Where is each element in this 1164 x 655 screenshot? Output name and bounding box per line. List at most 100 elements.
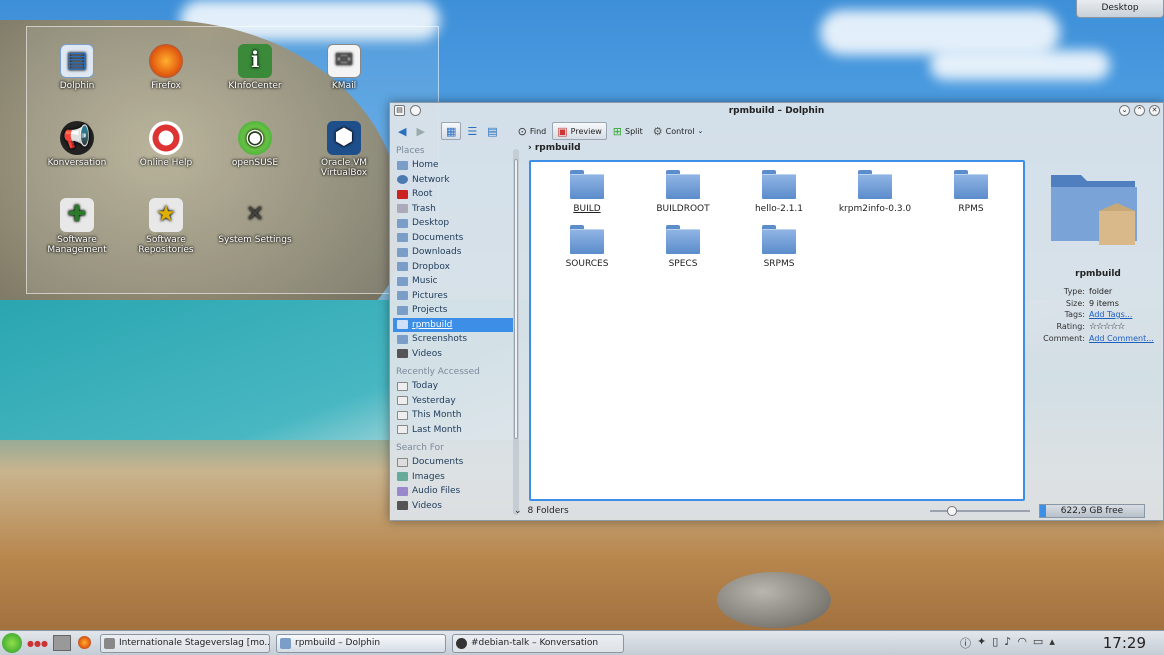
- folder-item[interactable]: SOURCES: [539, 225, 635, 269]
- activities-icon[interactable]: ●●●: [27, 639, 48, 648]
- desktop-toolbox-button[interactable]: Desktop: [1076, 0, 1164, 18]
- back-button[interactable]: ◀: [394, 122, 410, 140]
- places-header: Places: [396, 146, 425, 156]
- search-audio-files[interactable]: Audio Files: [393, 484, 513, 499]
- free-space-indicator: 622,9 GB free: [1039, 504, 1145, 518]
- place-downloads[interactable]: Downloads: [393, 245, 513, 260]
- desktop-icon-software-repositories[interactable]: ★ Software Repositories: [121, 198, 211, 255]
- details-view-button[interactable]: ▤: [483, 122, 501, 140]
- zoom-slider[interactable]: [930, 506, 1030, 516]
- breadcrumb-chevron-icon: ›: [528, 143, 532, 153]
- pager-icon[interactable]: [53, 635, 71, 651]
- folder-item[interactable]: RPMS: [923, 170, 1019, 214]
- minimize-button[interactable]: ⌄: [1119, 105, 1130, 116]
- recent-yesterday[interactable]: Yesterday: [393, 394, 513, 409]
- rating-stars[interactable]: ☆☆☆☆☆: [1089, 322, 1125, 332]
- network-icon: [397, 175, 408, 185]
- folder-item[interactable]: krpm2info-0.3.0: [827, 170, 923, 214]
- desktop-icon-system-settings[interactable]: ✕ System Settings: [210, 198, 300, 246]
- recent-this-month[interactable]: This Month: [393, 408, 513, 423]
- place-rpmbuild[interactable]: rpmbuild: [393, 317, 513, 332]
- folder-item[interactable]: hello-2.1.1: [731, 170, 827, 214]
- place-root[interactable]: Root: [393, 187, 513, 202]
- application-launcher-icon[interactable]: [2, 633, 22, 653]
- task-dolphin[interactable]: rpmbuild – Dolphin: [276, 634, 446, 653]
- recent-header: Recently Accessed: [396, 367, 480, 377]
- desktop-icon-software-management[interactable]: ✚ Software Management: [32, 198, 122, 255]
- folder-item[interactable]: SRPMS: [731, 225, 827, 269]
- breadcrumb[interactable]: › rpmbuild: [528, 143, 581, 153]
- folder-item[interactable]: BUILDROOT: [635, 170, 731, 214]
- window-menu-icon[interactable]: ▤: [394, 105, 405, 116]
- konversation-icon: [456, 638, 467, 649]
- window-titlebar[interactable]: ▤ rpmbuild – Dolphin ⌄ ⌃ ✕: [390, 103, 1163, 119]
- place-videos[interactable]: Videos: [393, 347, 513, 362]
- desktop-icon-kmail[interactable]: ✉ KMail: [299, 44, 389, 91]
- recent-today[interactable]: Today: [393, 379, 513, 394]
- forward-button[interactable]: ▶: [412, 122, 428, 140]
- desktop-icon-virtualbox[interactable]: ⬢ Oracle VM VirtualBox: [299, 121, 389, 178]
- scrollbar-thumb[interactable]: [514, 159, 518, 439]
- compact-view-icon: ☰: [467, 124, 478, 138]
- icons-view-button[interactable]: ▦: [440, 122, 462, 140]
- desktop-icon-online-help[interactable]: Online Help: [121, 121, 211, 168]
- file-view[interactable]: BUILD BUILDROOT hello-2.1.1 krpm2info-0.…: [529, 160, 1025, 501]
- zoom-slider-knob[interactable]: [947, 506, 957, 516]
- place-music[interactable]: Music: [393, 274, 513, 289]
- back-arrow-icon: ◀: [398, 124, 407, 138]
- places-scrollbar[interactable]: [513, 149, 519, 515]
- desktop-icon-konversation[interactable]: 📢 Konversation: [32, 121, 122, 168]
- add-tags-link[interactable]: Add Tags...: [1089, 310, 1132, 319]
- rock-wallpaper: [717, 572, 831, 628]
- folder-item[interactable]: BUILD: [539, 170, 635, 214]
- place-pictures[interactable]: Pictures: [393, 289, 513, 304]
- folder-item[interactable]: SPECS: [635, 225, 731, 269]
- forward-arrow-icon: ▶: [416, 124, 425, 138]
- folder-icon: [858, 170, 892, 199]
- dropbox-icon[interactable]: ✦: [977, 635, 986, 651]
- place-dropbox[interactable]: Dropbox: [393, 260, 513, 275]
- compact-view-button[interactable]: ☰: [463, 122, 481, 140]
- search-images[interactable]: Images: [393, 470, 513, 485]
- control-button[interactable]: ⚙ Control ⌄: [649, 122, 708, 140]
- chevron-down-icon[interactable]: ⌄: [514, 506, 522, 516]
- desktop-icon-firefox[interactable]: Firefox: [121, 44, 211, 91]
- tray-expand-icon[interactable]: ▴: [1049, 635, 1055, 651]
- add-comment-link[interactable]: Add Comment...: [1089, 334, 1154, 343]
- place-trash[interactable]: Trash: [393, 202, 513, 217]
- preview-button[interactable]: ▣ Preview: [552, 122, 607, 140]
- recent-last-month[interactable]: Last Month: [393, 423, 513, 438]
- network-icon[interactable]: ◠: [1017, 635, 1027, 651]
- close-button[interactable]: ✕: [1149, 105, 1160, 116]
- place-desktop[interactable]: Desktop: [393, 216, 513, 231]
- place-home[interactable]: Home: [393, 158, 513, 173]
- home-icon: [397, 160, 408, 170]
- find-button[interactable]: ⊙ Find: [514, 122, 551, 140]
- videos-folder-icon: [397, 349, 408, 359]
- place-screenshots[interactable]: Screenshots: [393, 332, 513, 347]
- desktop-icon-dolphin[interactable]: ▤ Dolphin: [32, 44, 122, 91]
- battery-icon[interactable]: ▭: [1033, 635, 1043, 651]
- search-videos[interactable]: Videos: [393, 499, 513, 514]
- binoculars-icon: ⊙: [517, 124, 527, 138]
- pin-icon[interactable]: [410, 105, 421, 116]
- search-documents[interactable]: Documents: [393, 455, 513, 470]
- window-title: rpmbuild – Dolphin: [728, 106, 825, 116]
- clipboard-icon[interactable]: ▯: [992, 635, 998, 651]
- place-projects[interactable]: Projects: [393, 303, 513, 318]
- folder-icon: [666, 170, 700, 199]
- task-konversation[interactable]: #debian-talk – Konversation: [452, 634, 624, 653]
- opensuse-icon: ◉: [238, 121, 272, 155]
- maximize-button[interactable]: ⌃: [1134, 105, 1145, 116]
- firefox-launcher-icon[interactable]: [78, 636, 91, 649]
- split-button[interactable]: ⊞ Split: [609, 122, 647, 140]
- clock[interactable]: 17:29: [1103, 634, 1146, 652]
- place-network[interactable]: Network: [393, 173, 513, 188]
- notifications-icon[interactable]: ⓘ: [960, 635, 971, 651]
- place-documents[interactable]: Documents: [393, 231, 513, 246]
- volume-icon[interactable]: ♪: [1004, 635, 1011, 651]
- cloud: [930, 50, 1110, 80]
- desktop-icon-opensuse[interactable]: ◉ openSUSE: [210, 121, 300, 168]
- desktop-icon-kinfocenter[interactable]: ℹ KInfoCenter: [210, 44, 300, 91]
- task-stageverslag[interactable]: Internationale Stageverslag [mo...: [100, 634, 270, 653]
